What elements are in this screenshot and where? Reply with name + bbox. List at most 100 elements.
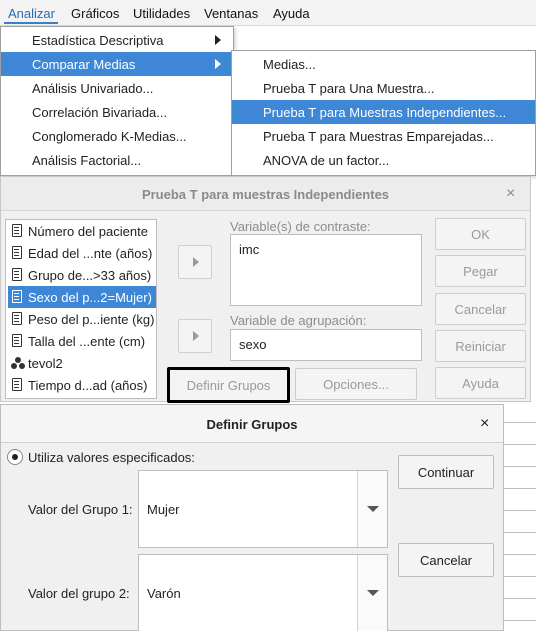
menu-item-prueba-t-una-muestra[interactable]: Prueba T para Una Muestra... [232,76,535,100]
menu-analizar[interactable]: Analizar [8,6,55,21]
grouping-var-field[interactable]: sexo [230,329,422,361]
scale-variable-icon [12,312,22,325]
active-menu-underline [4,22,58,24]
menu-item-prueba-t-emparejadas[interactable]: Prueba T para Muestras Emparejadas... [232,124,535,148]
chevron-down-icon[interactable] [357,471,387,547]
move-to-grouping-arrow-icon[interactable] [178,319,212,353]
dialog-titlebar: Prueba T para muestras Independientes × [1,177,530,211]
menu-item-label: Medias... [263,57,316,72]
menu-item-label: Comparar Medias [32,57,136,72]
radio-label: Utiliza valores especificados: [28,450,195,465]
variable-list[interactable]: Número del paciente Edad del ...nte (año… [5,219,157,399]
list-item-label: tevol2 [28,356,63,371]
list-item-selected[interactable]: Sexo del p...2=Mujer) [8,286,156,308]
test-vars-box[interactable]: imc [230,234,422,306]
list-item-label: Talla del ...ente (cm) [28,334,146,349]
menu-item-label: Prueba T para Una Muestra... [263,81,435,96]
continue-button[interactable]: Continuar [398,455,494,489]
button-label: Opciones... [323,377,389,392]
menu-item-label: Correlación Bivariada... [32,105,168,120]
list-item[interactable]: Número del paciente [8,220,156,242]
menu-item-label: Prueba T para Muestras Independientes... [263,105,507,120]
scale-variable-icon [12,334,22,347]
list-item-label: Grupo de...>33 años) [28,268,152,283]
close-icon[interactable]: × [506,185,515,203]
paste-button[interactable]: Pegar [435,255,526,287]
grouping-label: Variable de agrupación: [230,313,367,328]
list-item-label: Número del paciente [28,224,148,239]
dialog-titlebar: Definir Grupos × [1,405,503,443]
scale-variable-icon [12,224,22,237]
list-item[interactable]: Edad del ...nte (años) [8,242,156,264]
menu-item-label: Análisis Factorial... [32,153,142,168]
cancel-button[interactable]: Cancelar [435,293,526,325]
group1-combobox[interactable]: Mujer [138,470,388,548]
submenu-arrow-icon [215,59,221,69]
list-item[interactable]: tevol2 [8,352,156,374]
scale-variable-icon [12,246,22,259]
ttest-dialog: Prueba T para muestras Independientes × … [0,176,531,403]
specified-values-radio[interactable] [7,449,23,465]
test-vars-label: Variable(s) de contraste: [230,219,371,234]
menu-item-prueba-t-independientes[interactable]: Prueba T para Muestras Independientes... [232,100,535,124]
group2-combobox[interactable]: Varón [138,554,388,631]
list-item[interactable]: Peso del p...iente (kg) [8,308,156,330]
button-label: Cancelar [419,553,473,568]
menu-item-anova[interactable]: ANOVA de un factor... [232,148,535,172]
group2-value: Varón [147,586,181,601]
ok-button[interactable]: OK [435,218,526,250]
menu-item-comparar-medias[interactable]: Comparar Medias [1,52,233,76]
button-label: Definir Grupos [186,378,271,393]
menu-item-conglomerado[interactable]: Conglomerado K-Medias... [1,124,233,148]
submenu-arrow-icon [215,35,221,45]
scale-variable-icon [12,378,22,391]
menu-item-medias[interactable]: Medias... [232,52,535,76]
menu-ayuda[interactable]: Ayuda [273,6,310,21]
grouping-var-value: sexo [239,337,267,352]
button-label: OK [471,227,490,242]
options-button[interactable]: Opciones... [295,368,417,400]
scale-variable-icon [12,290,22,303]
button-label: Reiniciar [455,339,506,354]
button-label: Pegar [463,264,498,279]
menu-item-estadistica-descriptiva[interactable]: Estadística Descriptiva [1,28,233,52]
button-label: Continuar [417,465,475,480]
background-sheet [500,400,536,631]
test-var-item[interactable]: imc [239,242,259,257]
analizar-menu: Estadística Descriptiva Comparar Medias … [0,26,234,176]
list-item-label: Tiempo d...ad (años) [28,378,148,393]
button-label: Cancelar [454,302,507,317]
menu-item-label: Conglomerado K-Medias... [32,129,187,144]
group1-value: Mujer [147,502,180,517]
menu-item-label: Prueba T para Muestras Emparejadas... [263,129,494,144]
help-button[interactable]: Ayuda [435,367,526,399]
move-to-test-vars-arrow-icon[interactable] [178,245,212,279]
scale-variable-icon [12,268,22,281]
chevron-down-icon[interactable] [357,555,387,631]
list-item-label: Edad del ...nte (años) [28,246,153,261]
reset-button[interactable]: Reiniciar [435,330,526,362]
list-item[interactable]: Talla del ...ente (cm) [8,330,156,352]
menu-graficos[interactable]: Gráficos [71,6,119,21]
cancel-button[interactable]: Cancelar [398,543,494,577]
button-label: Ayuda [462,376,499,391]
menu-item-analisis-factorial[interactable]: Análisis Factorial... [1,148,233,172]
comparar-medias-submenu: Medias... Prueba T para Una Muestra... P… [231,50,536,176]
list-item[interactable]: Tiempo d...ad (años) [8,374,156,396]
list-item-label: Peso del p...iente (kg) [28,312,155,327]
dialog-title: Prueba T para muestras Independientes [141,187,390,202]
menu-bar: Analizar Gráficos Utilidades Ventanas Ay… [0,0,536,26]
menu-ventanas[interactable]: Ventanas [204,6,258,21]
define-groups-dialog: Definir Grupos × Utiliza valores especif… [0,404,504,631]
nominal-variable-icon [11,357,25,369]
menu-item-analisis-univariado[interactable]: Análisis Univariado... [1,76,233,100]
close-icon[interactable]: × [480,415,489,433]
menu-utilidades[interactable]: Utilidades [133,6,190,21]
list-item-label: Sexo del p...2=Mujer) [28,290,152,305]
menu-item-correlacion-bivariada[interactable]: Correlación Bivariada... [1,100,233,124]
group2-label: Valor del grupo 2: [28,586,130,601]
define-groups-button[interactable]: Definir Grupos [167,367,290,403]
list-item[interactable]: Grupo de...>33 años) [8,264,156,286]
group1-label: Valor del Grupo 1: [28,502,133,517]
dialog-title: Definir Grupos [206,417,298,432]
